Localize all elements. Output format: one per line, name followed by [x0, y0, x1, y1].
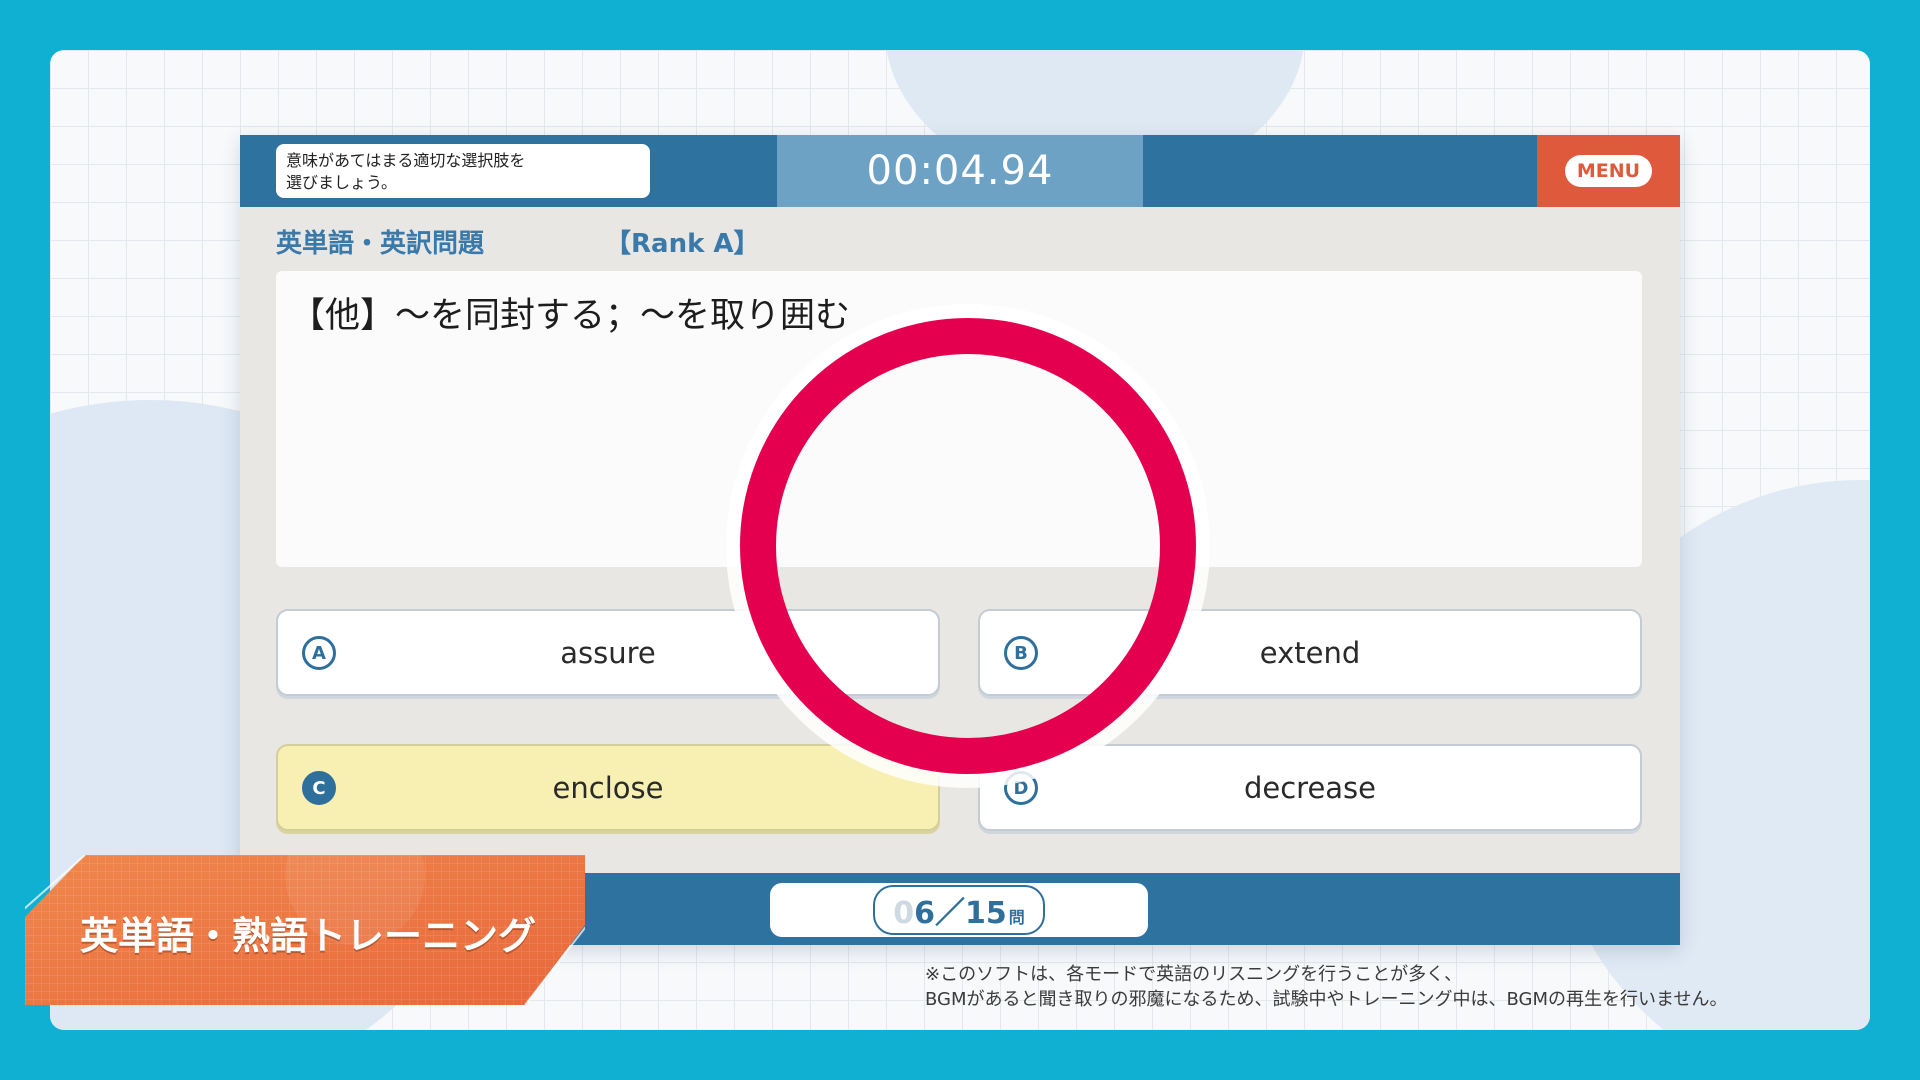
choice-a-label: assure [560, 635, 656, 670]
question-counter-box: 0 6／15 問 [770, 883, 1148, 937]
timer-panel: 00:04.94 [777, 135, 1143, 207]
top-bar: 意味があてはまる適切な選択肢を 選びましょう。 00:04.94 MENU [240, 135, 1680, 207]
choice-a-button[interactable]: A assure [276, 609, 940, 696]
menu-button[interactable]: MENU [1564, 155, 1653, 187]
choice-d-label: decrease [1243, 770, 1377, 805]
choice-c-label: enclose [552, 770, 664, 805]
choice-c-button[interactable]: C enclose [276, 744, 940, 831]
instruction-line-2: 選びましょう。 [286, 173, 398, 192]
question-box: 【他】～を同封する；～を取り囲む [276, 271, 1642, 567]
choice-b-label: extend [1259, 635, 1361, 670]
choice-d-button[interactable]: D decrease [978, 744, 1642, 831]
counter-value: 6／15 [914, 896, 1007, 931]
banner-title: 英単語・熟語トレーニング [80, 914, 537, 958]
menu-panel: MENU [1537, 135, 1680, 207]
footnote-line-2: BGMがあると聞き取りの邪魔になるため、試験中やトレーニング中は、BGMの再生を… [925, 989, 1728, 1010]
timer-display: 00:04.94 [866, 148, 1054, 194]
counter-lead-digit: 0 [893, 896, 915, 931]
footnote-line-1: ※このソフトは、各モードで英語のリスニングを行うことが多く、 [925, 964, 1463, 985]
choice-b-button[interactable]: B extend [978, 609, 1642, 696]
question-text: 【他】～を同封する；～を取り囲む [290, 296, 851, 336]
counter-unit: 問 [1008, 908, 1025, 927]
footnote: ※このソフトは、各モードで英語のリスニングを行うことが多く、 BGMがあると聞き… [925, 962, 1727, 1012]
category-label: 英単語・英訳問題 [276, 229, 485, 259]
instruction-box: 意味があてはまる適切な選択肢を 選びましょう。 [276, 144, 650, 198]
game-screen: 意味があてはまる適切な選択肢を 選びましょう。 00:04.94 MENU 英単… [240, 135, 1680, 945]
instruction-line-1: 意味があてはまる適切な選択肢を [286, 151, 526, 170]
question-counter: 0 6／15 問 [873, 885, 1045, 935]
rank-label: 【Rank A】 [605, 229, 760, 259]
